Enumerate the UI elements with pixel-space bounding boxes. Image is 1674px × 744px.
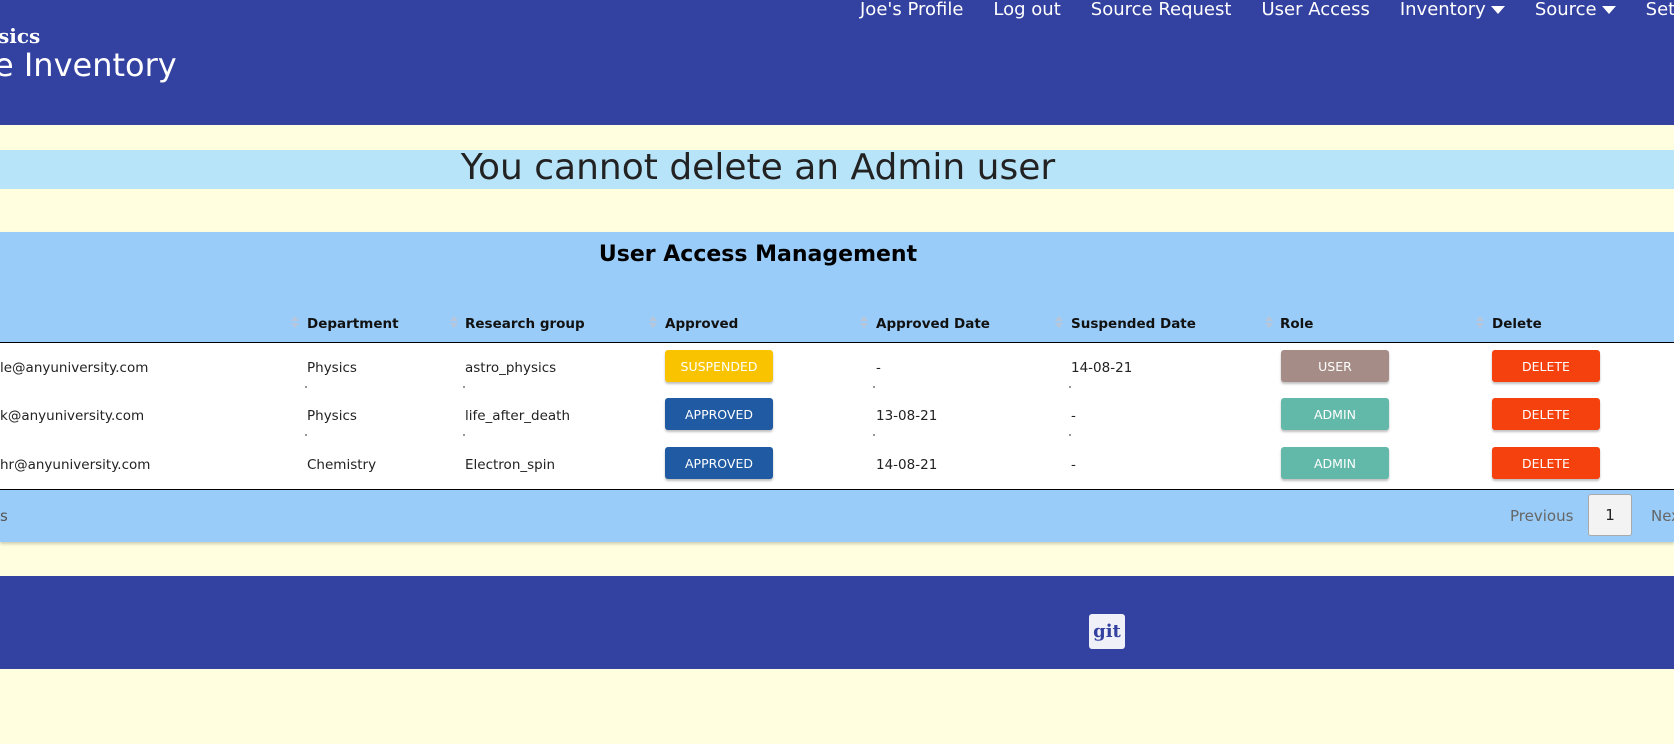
research-group-cell: astro_physics — [465, 360, 557, 376]
role-button[interactable]: ADMIN — [1281, 447, 1389, 479]
pagination-next[interactable]: Nex — [1651, 507, 1674, 525]
nav-logout[interactable]: Log out — [993, 0, 1060, 23]
table-row: le@anyuniversity.com Physics astro_physi… — [0, 343, 1674, 391]
column-header-role[interactable]: Role — [1280, 316, 1313, 332]
nav-source-label: Source — [1534, 0, 1597, 20]
nav-logout-label: Log out — [993, 0, 1061, 20]
sort-icon[interactable] — [1476, 315, 1484, 329]
nav-profile[interactable]: Joe's Profile — [860, 0, 963, 23]
department-cell: Physics — [307, 360, 357, 376]
approval-status-button[interactable]: APPROVED — [665, 398, 773, 430]
top-nav: Joe's Profile Log out Source Request Use… — [860, 0, 1674, 23]
caret-down-icon — [1490, 6, 1505, 14]
header-bar: sics e Inventory Joe's Profile Log out S… — [0, 0, 1674, 125]
row-divider-mark — [463, 386, 465, 388]
pagination-page-1[interactable]: 1 — [1588, 494, 1632, 536]
column-header-delete[interactable]: Delete — [1492, 316, 1542, 332]
approved-date-cell: 14-08-21 — [876, 457, 938, 473]
caret-down-icon — [1601, 6, 1616, 14]
role-button[interactable]: ADMIN — [1281, 398, 1389, 430]
delete-button[interactable]: DELETE — [1492, 398, 1600, 430]
approval-status-button[interactable]: APPROVED — [665, 447, 773, 479]
nav-setting-label: Setting — [1645, 0, 1674, 20]
nav-inventory-dropdown[interactable]: Inventory — [1400, 0, 1505, 23]
row-divider-mark — [1069, 386, 1071, 388]
delete-button[interactable]: DELETE — [1492, 447, 1600, 479]
email-cell: k@anyuniversity.com — [0, 408, 145, 424]
suspended-date-cell: 14-08-21 — [1071, 360, 1133, 376]
delete-button[interactable]: DELETE — [1492, 350, 1600, 382]
nav-source-request-label: Source Request — [1090, 0, 1232, 20]
brand-subtitle: sics — [0, 24, 41, 48]
sort-icon[interactable] — [291, 315, 299, 329]
table-row: hr@anyuniversity.com Chemistry Electron_… — [0, 440, 1674, 488]
table-row: k@anyuniversity.com Physics life_after_d… — [0, 391, 1674, 439]
sort-icon[interactable] — [450, 315, 458, 329]
table-info: s — [0, 507, 8, 525]
user-access-panel: User Access Management Department Resear… — [0, 232, 1674, 542]
column-header-research-group[interactable]: Research group — [465, 316, 585, 332]
nav-user-access[interactable]: User Access — [1261, 0, 1369, 23]
alert-message: You cannot delete an Admin user — [460, 147, 1056, 188]
footer-bar: git — [0, 576, 1674, 669]
sort-icon[interactable] — [1055, 315, 1063, 329]
email-cell: le@anyuniversity.com — [0, 360, 149, 376]
sort-icon[interactable] — [649, 315, 657, 329]
row-divider-mark — [873, 386, 875, 388]
approved-date-cell: - — [876, 360, 881, 376]
alert-banner: You cannot delete an Admin user — [0, 147, 1674, 189]
email-cell: hr@anyuniversity.com — [0, 457, 151, 473]
git-icon[interactable]: git — [1089, 614, 1125, 649]
nav-inventory-label: Inventory — [1399, 0, 1486, 20]
research-group-cell: life_after_death — [465, 408, 570, 424]
row-divider-mark — [463, 434, 465, 436]
suspended-date-cell: - — [1071, 408, 1076, 424]
pagination-previous[interactable]: Previous — [1510, 507, 1573, 525]
nav-user-access-label: User Access — [1261, 0, 1370, 20]
department-cell: Physics — [307, 408, 357, 424]
department-cell: Chemistry — [307, 457, 377, 473]
row-divider-mark — [873, 434, 875, 436]
column-header-suspended-date[interactable]: Suspended Date — [1071, 316, 1196, 332]
nav-source-dropdown[interactable]: Source — [1535, 0, 1616, 23]
role-button[interactable]: USER — [1281, 350, 1389, 382]
column-header-approved[interactable]: Approved — [665, 316, 738, 332]
research-group-cell: Electron_spin — [465, 457, 556, 473]
sort-icon[interactable] — [860, 315, 868, 329]
column-header-approved-date[interactable]: Approved Date — [876, 316, 990, 332]
nav-profile-label: Joe's Profile — [860, 0, 964, 20]
user-table-body: le@anyuniversity.com Physics astro_physi… — [0, 342, 1674, 490]
approval-status-button[interactable]: SUSPENDED — [665, 350, 773, 382]
nav-source-request[interactable]: Source Request — [1091, 0, 1232, 23]
row-divider-mark — [305, 386, 307, 388]
sort-icon[interactable] — [1265, 315, 1273, 329]
nav-setting[interactable]: Setting — [1646, 0, 1674, 23]
column-header-department[interactable]: Department — [307, 316, 399, 332]
approved-date-cell: 13-08-21 — [876, 408, 938, 424]
suspended-date-cell: - — [1071, 457, 1076, 473]
panel-title: User Access Management — [598, 242, 918, 267]
row-divider-mark — [1069, 434, 1071, 436]
brand-title[interactable]: e Inventory — [0, 46, 177, 84]
row-divider-mark — [305, 434, 307, 436]
